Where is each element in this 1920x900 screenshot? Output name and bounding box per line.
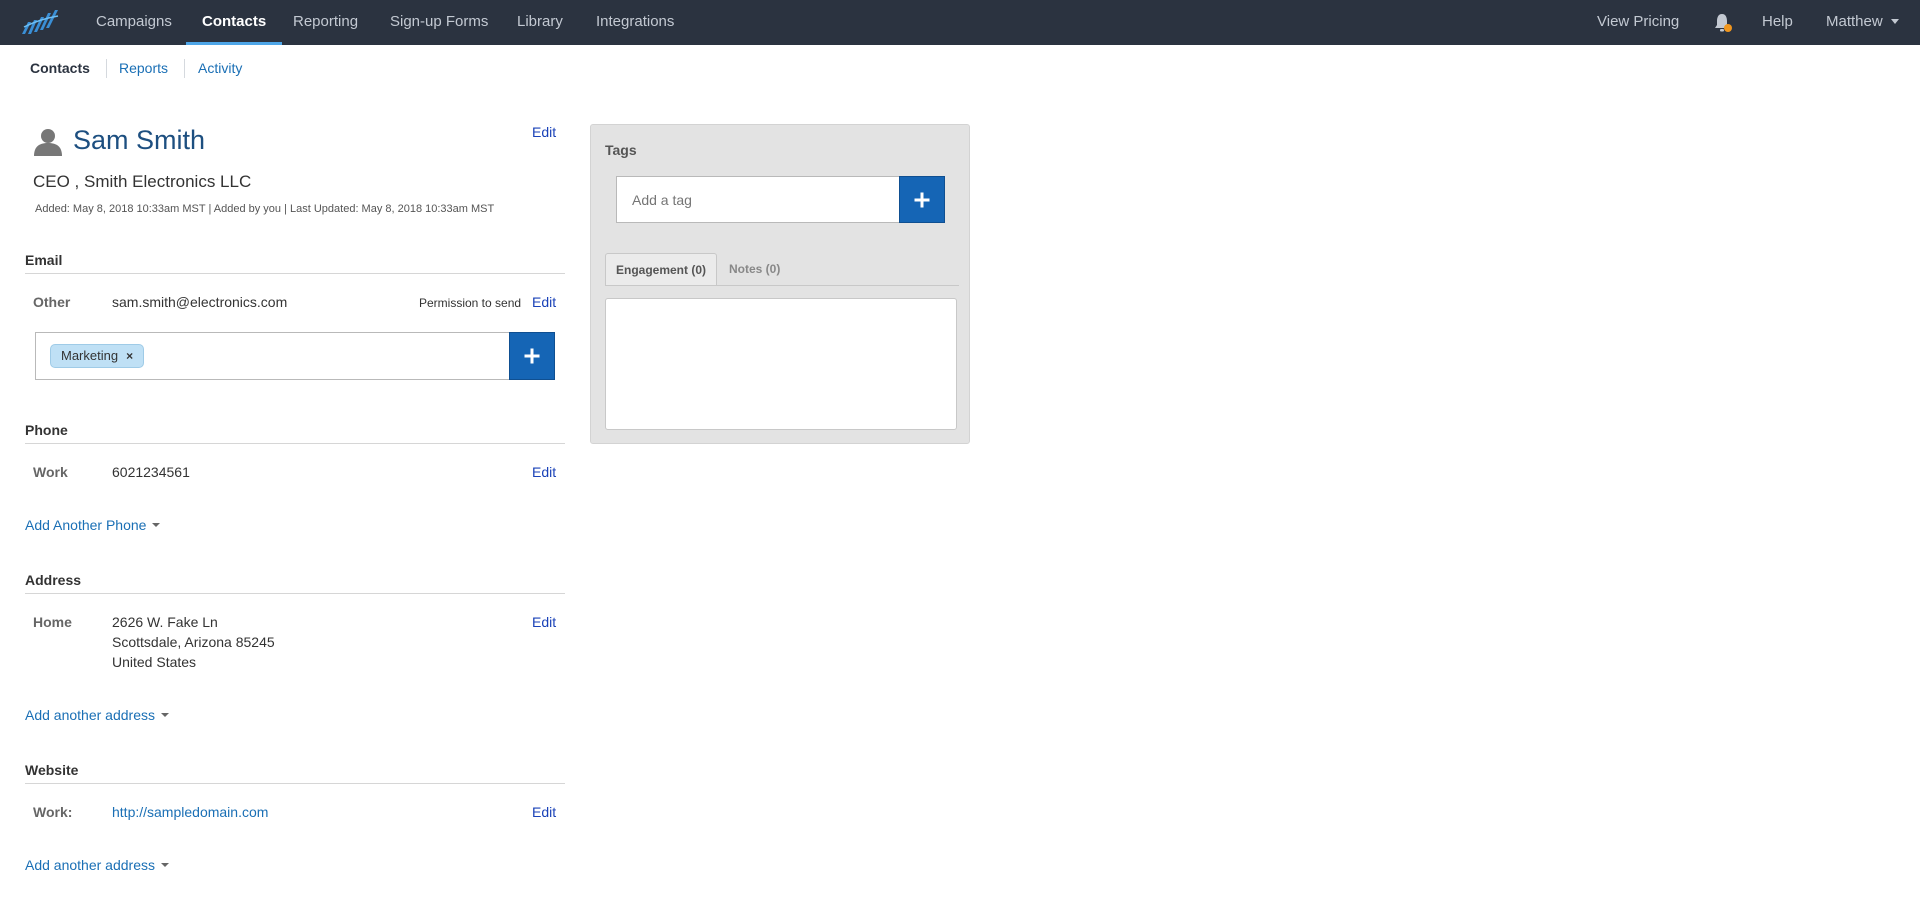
address-line-2: Scottsdale, Arizona 85245 — [112, 634, 275, 650]
nav-sign-up-forms[interactable]: Sign-up Forms — [390, 0, 488, 45]
email-address: sam.smith@electronics.com — [112, 294, 288, 310]
section-divider — [25, 443, 565, 444]
tags-title: Tags — [605, 142, 637, 158]
website-section-title: Website — [25, 762, 79, 778]
section-divider — [25, 273, 565, 274]
nav-reporting[interactable]: Reporting — [293, 0, 358, 45]
address-type-label: Home — [33, 614, 72, 630]
subnav-divider — [106, 59, 107, 78]
edit-contact-button[interactable]: Edit — [532, 124, 556, 140]
email-section-title: Email — [25, 252, 63, 268]
edit-phone-button[interactable]: Edit — [532, 464, 556, 480]
person-icon — [34, 129, 62, 156]
add-website-label: Add another address — [25, 857, 155, 873]
address-line-3: United States — [112, 654, 197, 670]
contact-name: Sam Smith — [73, 125, 206, 155]
tab-divider — [605, 285, 959, 286]
add-list-button[interactable] — [509, 332, 555, 380]
edit-email-button[interactable]: Edit — [532, 294, 556, 310]
section-divider — [25, 783, 565, 784]
contact-meta: Added: May 8, 2018 10:33am MST | Added b… — [35, 203, 495, 215]
section-divider — [25, 593, 565, 594]
caret-down-icon — [160, 713, 169, 717]
subnav-divider — [184, 59, 185, 78]
tab-notes[interactable]: Notes (0) — [729, 253, 780, 285]
caret-down-icon — [152, 523, 161, 527]
caret-down-icon — [160, 863, 169, 867]
tags-panel: Tags Engagement (0) Notes (0) — [590, 124, 970, 444]
address-line-1: 2626 W. Fake Ln — [112, 614, 218, 630]
website-url-link[interactable]: http://sampledomain.com — [112, 802, 268, 822]
tab-engagement[interactable]: Engagement (0) — [605, 253, 718, 285]
add-tag-button[interactable] — [899, 176, 945, 223]
subnav-reports[interactable]: Reports — [119, 60, 168, 76]
add-address-label: Add another address — [25, 707, 155, 723]
permission-status: Permission to send — [419, 296, 522, 310]
add-another-website-dropdown[interactable]: Add another address — [25, 857, 169, 873]
address-section-title: Address — [25, 572, 82, 588]
nav-campaigns[interactable]: Campaigns — [96, 0, 172, 45]
edit-website-button[interactable]: Edit — [532, 804, 556, 820]
user-menu[interactable]: Matthew — [1826, 0, 1899, 45]
edit-address-button[interactable]: Edit — [532, 614, 556, 630]
phone-number: 6021234561 — [112, 464, 190, 480]
notification-bell-icon[interactable] — [1712, 12, 1734, 34]
list-chip-label: Marketing — [61, 348, 119, 363]
subnav-contacts[interactable]: Contacts — [30, 60, 90, 76]
nav-integrations[interactable]: Integrations — [596, 0, 674, 45]
list-chip-marketing: Marketing × — [50, 344, 145, 368]
user-name: Matthew — [1826, 13, 1883, 30]
add-another-phone-dropdown[interactable]: Add Another Phone — [25, 517, 161, 533]
help-link[interactable]: Help — [1762, 0, 1793, 45]
website-type-label: Work: — [33, 804, 73, 820]
email-lists-field[interactable]: Marketing × — [35, 332, 510, 380]
engagement-content — [605, 298, 957, 430]
chevron-down-icon — [1890, 19, 1899, 24]
email-type-label: Other — [33, 294, 71, 310]
contact-title-company: CEO , Smith Electronics LLC — [33, 172, 252, 191]
logo-icon[interactable] — [20, 8, 60, 36]
phone-type-label: Work — [33, 464, 68, 480]
add-tag-input[interactable] — [616, 176, 901, 223]
add-phone-label: Add Another Phone — [25, 517, 147, 533]
phone-section-title: Phone — [25, 422, 68, 438]
nav-contacts[interactable]: Contacts — [186, 0, 283, 45]
nav-library[interactable]: Library — [517, 0, 563, 45]
remove-list-button[interactable]: × — [126, 349, 133, 363]
top-navigation-bar: Campaigns Contacts Reporting Sign-up For… — [0, 0, 1920, 45]
subnav-activity[interactable]: Activity — [198, 60, 242, 76]
add-another-address-dropdown[interactable]: Add another address — [25, 707, 169, 723]
view-pricing-link[interactable]: View Pricing — [1597, 0, 1679, 45]
